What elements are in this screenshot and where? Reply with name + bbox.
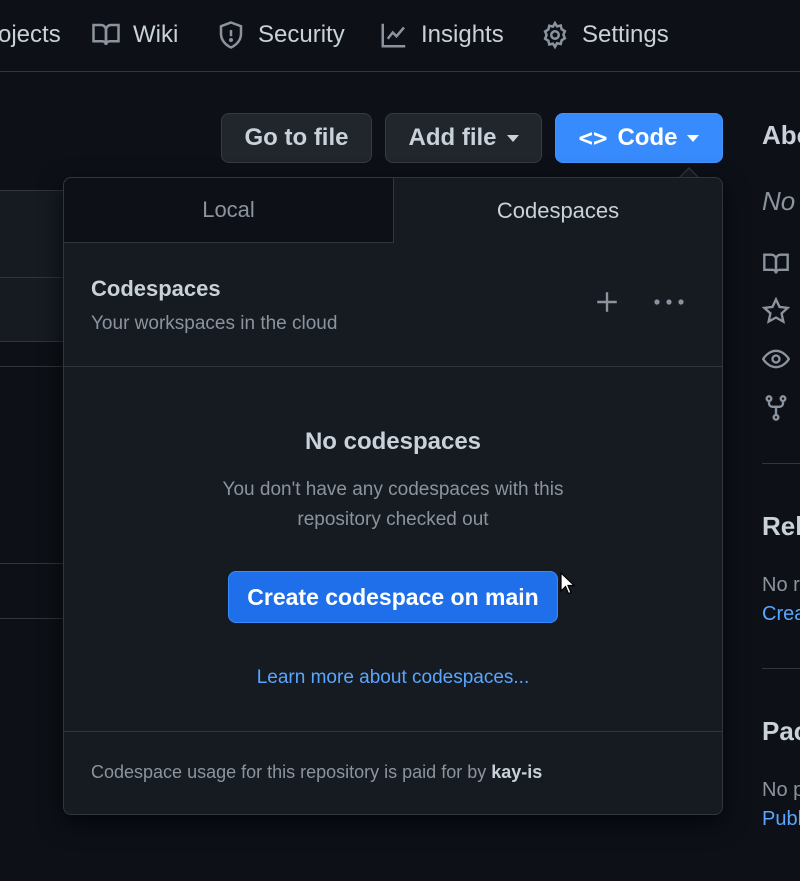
tab-codespaces[interactable]: Codespaces <box>394 178 722 243</box>
add-file-label: Add file <box>408 124 497 151</box>
nav-security[interactable]: Security <box>216 16 345 54</box>
nav-security-label: Security <box>258 21 345 48</box>
gear-icon <box>543 20 567 50</box>
create-codespace-button[interactable]: Create codespace on main <box>228 571 558 623</box>
empty-state-title: No codespaces <box>304 428 482 455</box>
nav-settings[interactable]: Settings <box>540 16 669 54</box>
billing-owner: kay-is <box>491 762 543 782</box>
star-icon <box>762 297 790 324</box>
packages-link[interactable]: Publ <box>762 808 800 831</box>
codespaces-header: Codespaces Your workspaces in the cloud <box>64 243 722 367</box>
divider <box>0 277 64 278</box>
nav-insights-label: Insights <box>421 21 504 48</box>
nav-projects-label: ojects <box>0 21 61 48</box>
nav-settings-label: Settings <box>582 21 669 48</box>
codespaces-subtitle: Your workspaces in the cloud <box>91 313 338 334</box>
eye-icon <box>762 349 790 369</box>
nav-wiki-label: Wiki <box>133 21 179 48</box>
code-icon: <> <box>578 124 608 152</box>
book-icon <box>763 253 789 274</box>
repo-nav: ojects Wiki Security Insights Settings <box>0 0 800 72</box>
about-heading: Abo <box>762 120 800 150</box>
popover-tabs: Local Codespaces <box>64 178 722 243</box>
caret-down-icon <box>506 134 519 142</box>
packages-heading: Pac <box>762 716 800 746</box>
releases-heading: Rel <box>762 511 800 541</box>
divider <box>762 668 800 669</box>
readme-fragment <box>0 563 64 619</box>
divider <box>0 366 64 367</box>
about-description: No <box>762 186 796 216</box>
empty-state-description: You don't have any codespaces with this … <box>222 479 564 530</box>
learn-more-link[interactable]: Learn more about codespaces... <box>64 667 722 689</box>
nav-projects[interactable]: ojects <box>0 16 61 54</box>
caret-down-icon <box>687 134 700 142</box>
nav-wiki[interactable]: Wiki <box>91 16 178 54</box>
code-button[interactable]: <> Code <box>555 113 723 163</box>
graph-icon <box>381 23 406 48</box>
plus-icon[interactable] <box>594 289 620 315</box>
code-label: Code <box>617 124 678 151</box>
tab-local[interactable]: Local <box>64 178 394 243</box>
create-codespace-label: Create codespace on main <box>247 583 539 610</box>
book-icon <box>92 23 120 46</box>
releases-text: No r <box>762 574 800 596</box>
billing-note: Codespace usage for this repository is p… <box>91 762 542 783</box>
codespaces-title: Codespaces <box>91 276 221 301</box>
mouse-cursor-icon <box>560 572 576 595</box>
nav-insights[interactable]: Insights <box>379 16 504 54</box>
fork-icon <box>765 395 787 421</box>
popover-footer: Codespace usage for this repository is p… <box>64 731 722 814</box>
add-file-button[interactable]: Add file <box>385 113 542 163</box>
kebab-horizontal-icon[interactable] <box>653 289 685 315</box>
packages-text: No p <box>762 779 800 801</box>
page: ojects Wiki Security Insights Settings G… <box>0 0 800 881</box>
divider <box>762 463 800 464</box>
go-to-file-label: Go to file <box>244 124 349 151</box>
file-list-fragment <box>0 190 64 342</box>
go-to-file-button[interactable]: Go to file <box>221 113 372 163</box>
releases-link[interactable]: Crea <box>762 603 800 626</box>
billing-note-prefix: Codespace usage for this repository is p… <box>91 762 492 782</box>
code-popover: Local Codespaces Codespaces Your workspa… <box>63 177 723 815</box>
shield-icon <box>219 21 243 49</box>
